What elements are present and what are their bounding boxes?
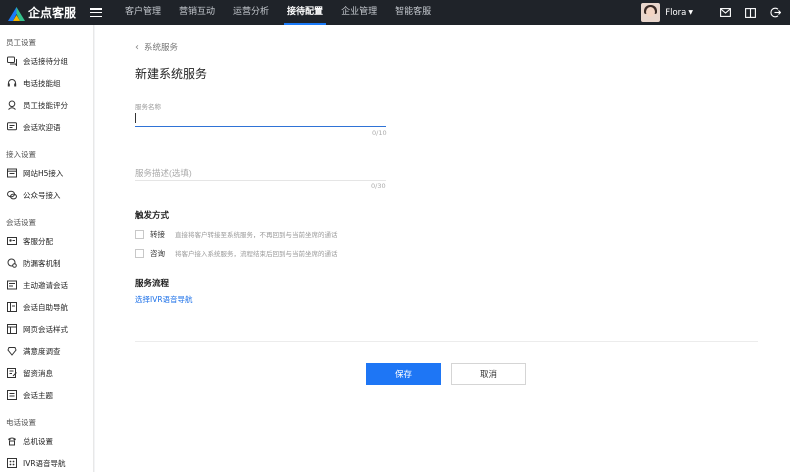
- sidebar-item-label: 客服分配: [23, 236, 53, 246]
- sidebar-item-label: 总机设置: [23, 436, 53, 446]
- top-navigation-bar: 企点客服 客户管理 营销互动 运营分析 接待配置 企业管理 智能客服 Flora…: [0, 0, 790, 25]
- chat-group-icon: [7, 56, 17, 66]
- sidebar: 员工设置 会话接待分组 电话技能组 员工技能评分 会话欢迎语 接入设置 网站H5…: [0, 25, 94, 472]
- web-icon: [7, 168, 17, 178]
- top-nav: 客户管理 营销互动 运营分析 接待配置 企业管理 智能客服: [116, 0, 440, 25]
- sidebar-item-ivr-navigation[interactable]: IVR语音导航: [0, 452, 93, 472]
- sidebar-item-wechat-access[interactable]: 公众号接入: [0, 184, 93, 206]
- sidebar-item-switchboard[interactable]: 总机设置: [0, 430, 93, 452]
- sidebar-item-label: 会话主题: [23, 390, 53, 400]
- divider: [135, 341, 758, 342]
- style-icon: [7, 324, 17, 334]
- sidebar-item-proactive-invite[interactable]: 主动邀请会话: [0, 274, 93, 296]
- mail-icon[interactable]: [719, 6, 732, 19]
- logout-icon[interactable]: [769, 6, 782, 19]
- trigger-option-transfer[interactable]: 转接 直接将客户转接至系统服务，不再回到与当前坐席的通话: [135, 228, 338, 240]
- sidebar-item-self-navigation[interactable]: 会话自助导航: [0, 296, 93, 318]
- nav-reception-config[interactable]: 接待配置: [278, 0, 332, 25]
- avatar[interactable]: [641, 3, 661, 22]
- welcome-icon: [7, 122, 17, 132]
- sidebar-item-label: 会话接待分组: [23, 56, 68, 66]
- form-icon: [7, 368, 17, 378]
- nav-enterprise-management[interactable]: 企业管理: [332, 0, 386, 25]
- sidebar-item-chat-groups[interactable]: 会话接待分组: [0, 50, 93, 72]
- headset-icon: [7, 78, 17, 88]
- logo-mark-icon: [8, 6, 25, 21]
- page-title: 新建系统服务: [135, 67, 208, 81]
- sidebar-item-label: 电话技能组: [23, 78, 61, 88]
- transfer-label: 转接: [150, 229, 165, 239]
- sidebar-group-session: 会话设置: [6, 218, 36, 227]
- sidebar-item-satisfaction-survey[interactable]: 满意度调查: [0, 340, 93, 362]
- service-name-label: 服务名称: [135, 103, 161, 111]
- cancel-button[interactable]: 取消: [451, 363, 526, 385]
- sidebar-item-welcome-message[interactable]: 会话欢迎语: [0, 116, 93, 138]
- back-link[interactable]: ‹ 系统服务: [135, 41, 179, 54]
- service-description-input[interactable]: [135, 165, 386, 181]
- sidebar-item-label: IVR语音导航: [23, 458, 66, 468]
- nav-customer-management[interactable]: 客户管理: [116, 0, 170, 25]
- sidebar-item-web-h5[interactable]: 网站H5接入: [0, 162, 93, 184]
- invite-icon: [7, 280, 17, 290]
- sidebar-item-skill-score[interactable]: 员工技能评分: [0, 94, 93, 116]
- sidebar-item-label: 网页会话样式: [23, 324, 68, 334]
- topic-icon: [7, 390, 17, 400]
- book-icon[interactable]: [744, 6, 757, 19]
- consult-description: 将客户接入系统服务，流程结束后回到与当前坐席的通话: [175, 250, 338, 258]
- save-button[interactable]: 保存: [366, 363, 441, 385]
- navigation-icon: [7, 302, 17, 312]
- consult-checkbox[interactable]: [135, 248, 144, 258]
- trigger-option-consult[interactable]: 咨询 将客户接入系统服务，流程结束后回到与当前坐席的通话: [135, 247, 338, 259]
- sidebar-item-label: 留资消息: [23, 368, 53, 378]
- nav-marketing[interactable]: 营销互动: [170, 0, 224, 25]
- chevron-down-icon[interactable]: ▼: [688, 9, 693, 16]
- consult-label: 咨询: [150, 248, 165, 258]
- sidebar-item-label: 防漏客机制: [23, 258, 61, 268]
- text-cursor: [135, 113, 136, 123]
- assign-icon: [7, 236, 17, 246]
- trigger-section-title: 触发方式: [135, 211, 170, 221]
- service-name-input[interactable]: [135, 111, 386, 127]
- back-link-label: 系统服务: [144, 43, 179, 53]
- service-description-counter: 0/30: [371, 182, 386, 190]
- main-content: ‹ 系统服务 新建系统服务 服务名称 0/10 0/30 触发方式 转接 直接将…: [95, 25, 790, 472]
- sidebar-item-assignment[interactable]: 客服分配: [0, 230, 93, 252]
- sidebar-item-phone-skill-groups[interactable]: 电话技能组: [0, 72, 93, 94]
- sidebar-item-web-chat-style[interactable]: 网页会话样式: [0, 318, 93, 340]
- sidebar-item-label: 公众号接入: [23, 190, 61, 200]
- chevron-left-icon: ‹: [135, 41, 139, 53]
- phone-icon: [7, 436, 17, 446]
- sidebar-item-lead-message[interactable]: 留资消息: [0, 362, 93, 384]
- nav-smart-service[interactable]: 智能客服: [386, 0, 440, 25]
- sidebar-item-label: 主动邀请会话: [23, 280, 68, 290]
- app-logo[interactable]: 企点客服: [8, 4, 98, 21]
- sidebar-group-staff: 员工设置: [6, 38, 36, 47]
- sidebar-item-anti-miss[interactable]: 防漏客机制: [0, 252, 93, 274]
- sidebar-item-label: 满意度调查: [23, 346, 61, 356]
- sidebar-group-access: 接入设置: [6, 150, 36, 159]
- flow-section-title: 服务流程: [135, 279, 170, 289]
- transfer-checkbox[interactable]: [135, 229, 144, 239]
- user-name[interactable]: Flora: [665, 8, 686, 18]
- nav-analytics[interactable]: 运营分析: [224, 0, 278, 25]
- transfer-description: 直接将客户转接至系统服务，不再回到与当前坐席的通话: [175, 231, 338, 239]
- user-area: Flora ▼: [641, 0, 782, 25]
- sidebar-item-chat-topic[interactable]: 会话主题: [0, 384, 93, 406]
- badge-icon: [7, 100, 17, 110]
- app-name: 企点客服: [28, 6, 77, 20]
- sidebar-item-label: 会话欢迎语: [23, 122, 61, 132]
- wechat-icon: [7, 190, 17, 200]
- sidebar-item-label: 网站H5接入: [23, 168, 64, 178]
- sidebar-group-phone: 电话设置: [6, 418, 36, 427]
- ivr-icon: [7, 458, 17, 468]
- select-ivr-link[interactable]: 选择IVR语音导航: [135, 294, 193, 305]
- service-name-counter: 0/10: [372, 129, 387, 137]
- sidebar-item-label: 员工技能评分: [23, 100, 68, 110]
- sidebar-item-label: 会话自助导航: [23, 302, 68, 312]
- shield-icon: [7, 258, 17, 268]
- menu-toggle-icon[interactable]: [90, 8, 102, 17]
- satisfaction-icon: [7, 346, 17, 356]
